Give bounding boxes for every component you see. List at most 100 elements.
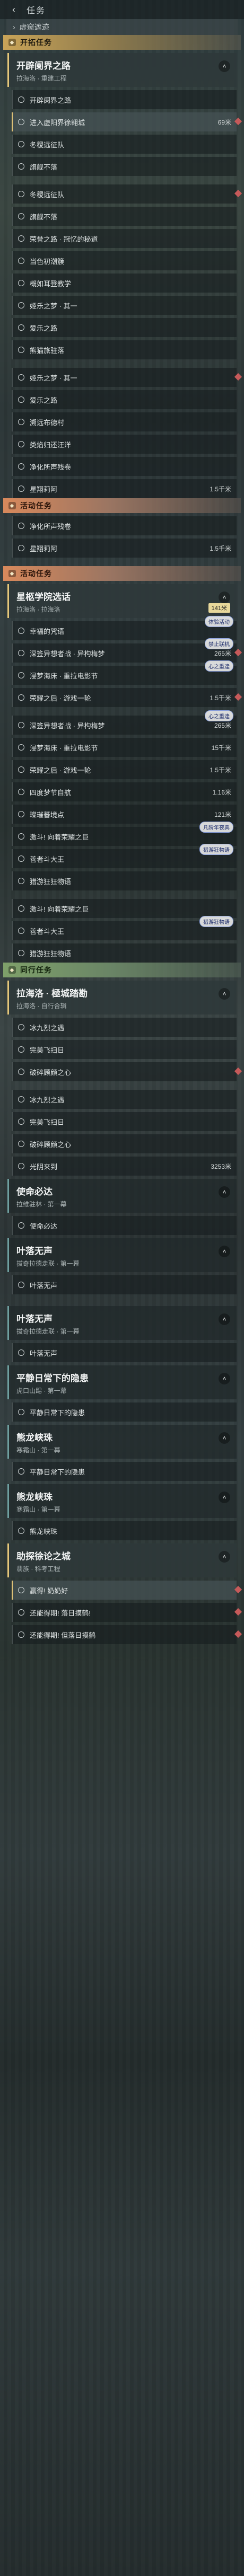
quest-step[interactable]: 进入虚阳界徐翱城 69米: [12, 112, 242, 131]
quest-card[interactable]: 使命必达 拉维驻林 · 第一幕 ˄: [7, 1179, 237, 1213]
quest-step[interactable]: 激斗! 向着荣耀之巨 凡阶年夜典: [12, 822, 237, 846]
chevron-up-icon[interactable]: ˄: [219, 592, 230, 603]
tracking-marker-icon[interactable]: [234, 1067, 242, 1075]
quest-card[interactable]: 拉海洛 · 極城踏勘 拉海洛 · 自行合辑 ˄: [7, 981, 237, 1014]
top-bar: ‹ 任务: [0, 0, 244, 19]
quest-step[interactable]: 姬乐之梦 · 其一: [12, 368, 242, 387]
tracking-marker-icon[interactable]: [234, 693, 242, 701]
quest-step[interactable]: 破碎顾颜之心: [12, 1134, 237, 1153]
quest-card[interactable]: 助探徐论之城 翡族 · 科考工程 ˄: [7, 1543, 237, 1577]
quest-step[interactable]: 四度梦节自航 1.16米: [12, 782, 237, 801]
category-header-companion[interactable]: ◆ 同行任务: [3, 963, 241, 977]
quest-card[interactable]: 叶落无声 拔奇拉德走联 · 第一幕 ˄: [7, 1238, 237, 1272]
quest-step[interactable]: 善者斗大王 猎游狂物语: [12, 916, 237, 940]
tracking-marker-icon[interactable]: [234, 117, 242, 126]
tracking-marker-icon[interactable]: [234, 373, 242, 381]
quest-step[interactable]: 星翔莉阿 1.5千米: [12, 479, 237, 498]
chevron-up-icon[interactable]: ˄: [219, 60, 230, 72]
quest-step[interactable]: 叶落无声: [12, 1275, 237, 1294]
quest-step[interactable]: 开辟阑界之路: [12, 90, 237, 109]
quest-step[interactable]: 浸梦海床 · 重拉电影节 心之重逢: [12, 660, 237, 685]
quest-step[interactable]: 当色初潮簇: [12, 251, 237, 270]
quest-step[interactable]: 溯远布德村: [12, 412, 237, 431]
chevron-up-icon[interactable]: ˄: [219, 1432, 230, 1444]
quest-step[interactable]: 熊龙峡珠: [12, 1521, 237, 1540]
quest-step[interactable]: 还能得期! 但落日摸鹤: [12, 1625, 242, 1644]
quest-step[interactable]: 破碎顾颜之心: [12, 1062, 242, 1081]
step-status-icon: [18, 905, 24, 912]
quest-step[interactable]: 使命必达: [12, 1216, 237, 1235]
quest-step[interactable]: 概如耳登教学: [12, 274, 237, 293]
quest-step[interactable]: 爱乐之路: [12, 390, 237, 409]
tracking-marker-icon[interactable]: [234, 1608, 242, 1616]
quest-card[interactable]: 开辟阑界之路 拉海洛 · 重建工程 ˄: [7, 53, 237, 87]
chevron-up-icon[interactable]: ˄: [219, 1373, 230, 1384]
tracking-marker-icon[interactable]: [234, 648, 242, 657]
quest-card[interactable]: 熊龙峡珠 寒霜山 · 第一幕 ˄: [7, 1484, 237, 1518]
chevron-up-icon[interactable]: ˄: [219, 1246, 230, 1257]
quest-step[interactable]: 旗舰不落: [12, 157, 237, 176]
quest-step[interactable]: 净化所声残卷: [12, 457, 237, 476]
quest-step[interactable]: 熊猫旅驻落: [12, 340, 237, 359]
quest-step[interactable]: 光阴来到 3253米: [12, 1157, 237, 1176]
chevron-up-icon[interactable]: ˄: [219, 988, 230, 1000]
quest-step[interactable]: 净化所声残卷: [12, 516, 237, 535]
step-status-icon: [18, 1349, 24, 1356]
quest-step[interactable]: 平静日常下的隐患: [12, 1402, 237, 1422]
category-header-trailblaze[interactable]: ◆ 开拓任务: [3, 35, 241, 50]
quest-step[interactable]: 完美飞扫日: [12, 1112, 237, 1131]
quest-step[interactable]: 星翔莉阿 1.5千米: [12, 539, 237, 558]
quest-step[interactable]: 完美飞扫日: [12, 1040, 237, 1059]
chevron-up-icon[interactable]: ˄: [219, 1551, 230, 1563]
chevron-up-icon[interactable]: ˄: [219, 1186, 230, 1198]
quest-step[interactable]: 叶落无声: [12, 1343, 237, 1362]
quest-step[interactable]: 激斗! 向着荣耀之巨: [12, 899, 237, 918]
quest-step[interactable]: 还能得期! 落日摸鹤!: [12, 1603, 242, 1622]
hidden-quests-label: 虚窥遮迹: [19, 23, 49, 31]
step-label: 冬稷远征队: [30, 140, 65, 149]
quest-step[interactable]: 类焰归还汪洋: [12, 435, 237, 454]
quest-step[interactable]: 爱乐之路: [12, 318, 237, 337]
quest-step[interactable]: 冬稷远征队: [12, 135, 237, 154]
step-label: 进入虚阳界徐翱城: [30, 118, 85, 127]
quest-card[interactable]: 熊龙峡珠 寒霜山 · 第一幕 ˄: [7, 1425, 237, 1459]
quest-step[interactable]: 猎游狂狂物语: [12, 871, 237, 890]
step-label: 使命必达: [30, 1222, 58, 1230]
step-label: 激斗! 向着荣耀之巨: [30, 905, 89, 913]
quest-step[interactable]: 荣耀之后 · 游戏一轮 1.5千米: [12, 688, 242, 707]
category-header-event[interactable]: ◆ 活动任务: [3, 498, 241, 513]
quest-step[interactable]: 浸梦海床 · 重拉电影节 15千米: [12, 738, 237, 757]
tracking-marker-icon[interactable]: [234, 1585, 242, 1594]
step-label: 幸福的咒语: [30, 627, 65, 636]
quest-card[interactable]: 平静日常下的隐患 虎口山踢 · 第一幕 ˄: [7, 1365, 237, 1399]
quest-step[interactable]: 冰九烈之遇: [12, 1018, 237, 1037]
quest-step[interactable]: 旗舰不落: [12, 207, 237, 226]
quest-step[interactable]: 荣耀之后 · 游戏一轮 1.5千米: [12, 760, 237, 779]
quest-step[interactable]: 深签异想者战 · 异构梅梦 265米 禁止联机: [12, 638, 242, 663]
quest-card[interactable]: 叶落无声 拔奇拉德走联 · 第一幕 ˄: [7, 1306, 237, 1340]
tracking-marker-icon[interactable]: [234, 1630, 242, 1638]
quest-step[interactable]: 幸福的咒语 体验活动: [12, 616, 237, 640]
quest-step[interactable]: 善者斗大王 猎游狂物语: [12, 844, 237, 868]
quest-step[interactable]: 赢得! 奶奶好: [12, 1581, 242, 1600]
quest-step[interactable]: 冰九烈之遇: [12, 1090, 237, 1109]
tracking-marker-icon[interactable]: [234, 189, 242, 198]
chevron-up-icon[interactable]: ˄: [219, 1492, 230, 1503]
step-status-icon: [18, 694, 24, 701]
quest-step[interactable]: 深签异想者战 · 异构梅梦 265米 心之重逢: [12, 710, 237, 735]
hidden-quests-toggle[interactable]: › 虚窥遮迹: [6, 19, 238, 35]
quest-step[interactable]: 猎游狂狂物语: [12, 943, 237, 963]
quest-step[interactable]: 荣誉之路 · 冠忆的秘道: [12, 229, 237, 248]
event-tag: 心之重逢: [205, 710, 233, 721]
chevron-up-icon[interactable]: ˄: [219, 1313, 230, 1325]
back-icon[interactable]: ‹: [6, 4, 21, 15]
quest-step[interactable]: 璨璀蕃境点 121米: [12, 805, 237, 824]
quest-step[interactable]: 平静日常下的隐患: [12, 1462, 237, 1481]
quest-step[interactable]: 冬稷远征队: [12, 184, 242, 204]
quest-title: 开辟阑界之路: [16, 61, 71, 71]
step-label: 深签异想者战 · 异构梅梦: [30, 721, 105, 730]
category-header-event[interactable]: ◆ 活动任务: [3, 566, 241, 581]
quest-step[interactable]: 姬乐之梦 · 其一: [12, 296, 237, 315]
step-distance: 121米: [214, 810, 231, 818]
quest-card[interactable]: 星柩学院选话 拉海洛 · 拉海洛 ˄ 141米: [7, 584, 237, 618]
